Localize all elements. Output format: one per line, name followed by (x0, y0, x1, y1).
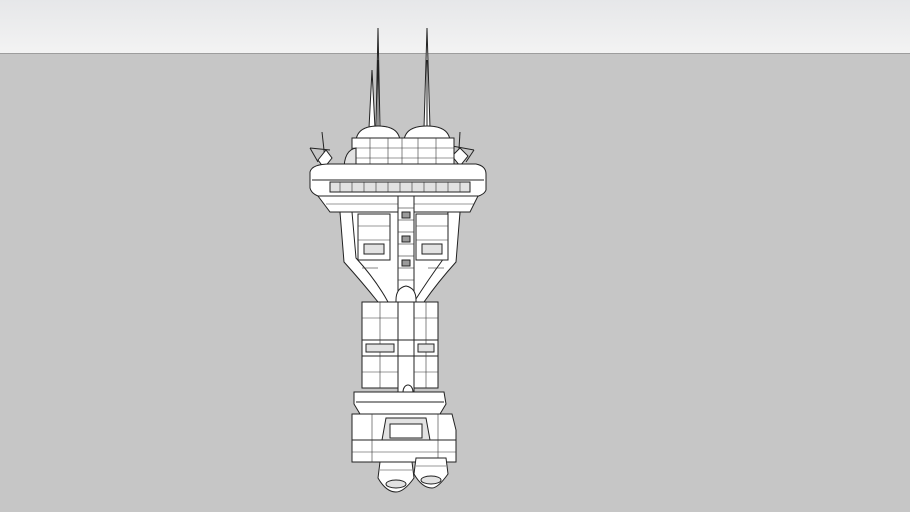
3d-viewport[interactable] (0, 0, 910, 512)
lower-trunk (361, 301, 439, 400)
tower-model[interactable] (0, 0, 910, 512)
base-platform (351, 391, 457, 463)
antenna-spires (368, 27, 431, 129)
central-elevator (395, 195, 417, 316)
thruster-pods (377, 457, 449, 493)
